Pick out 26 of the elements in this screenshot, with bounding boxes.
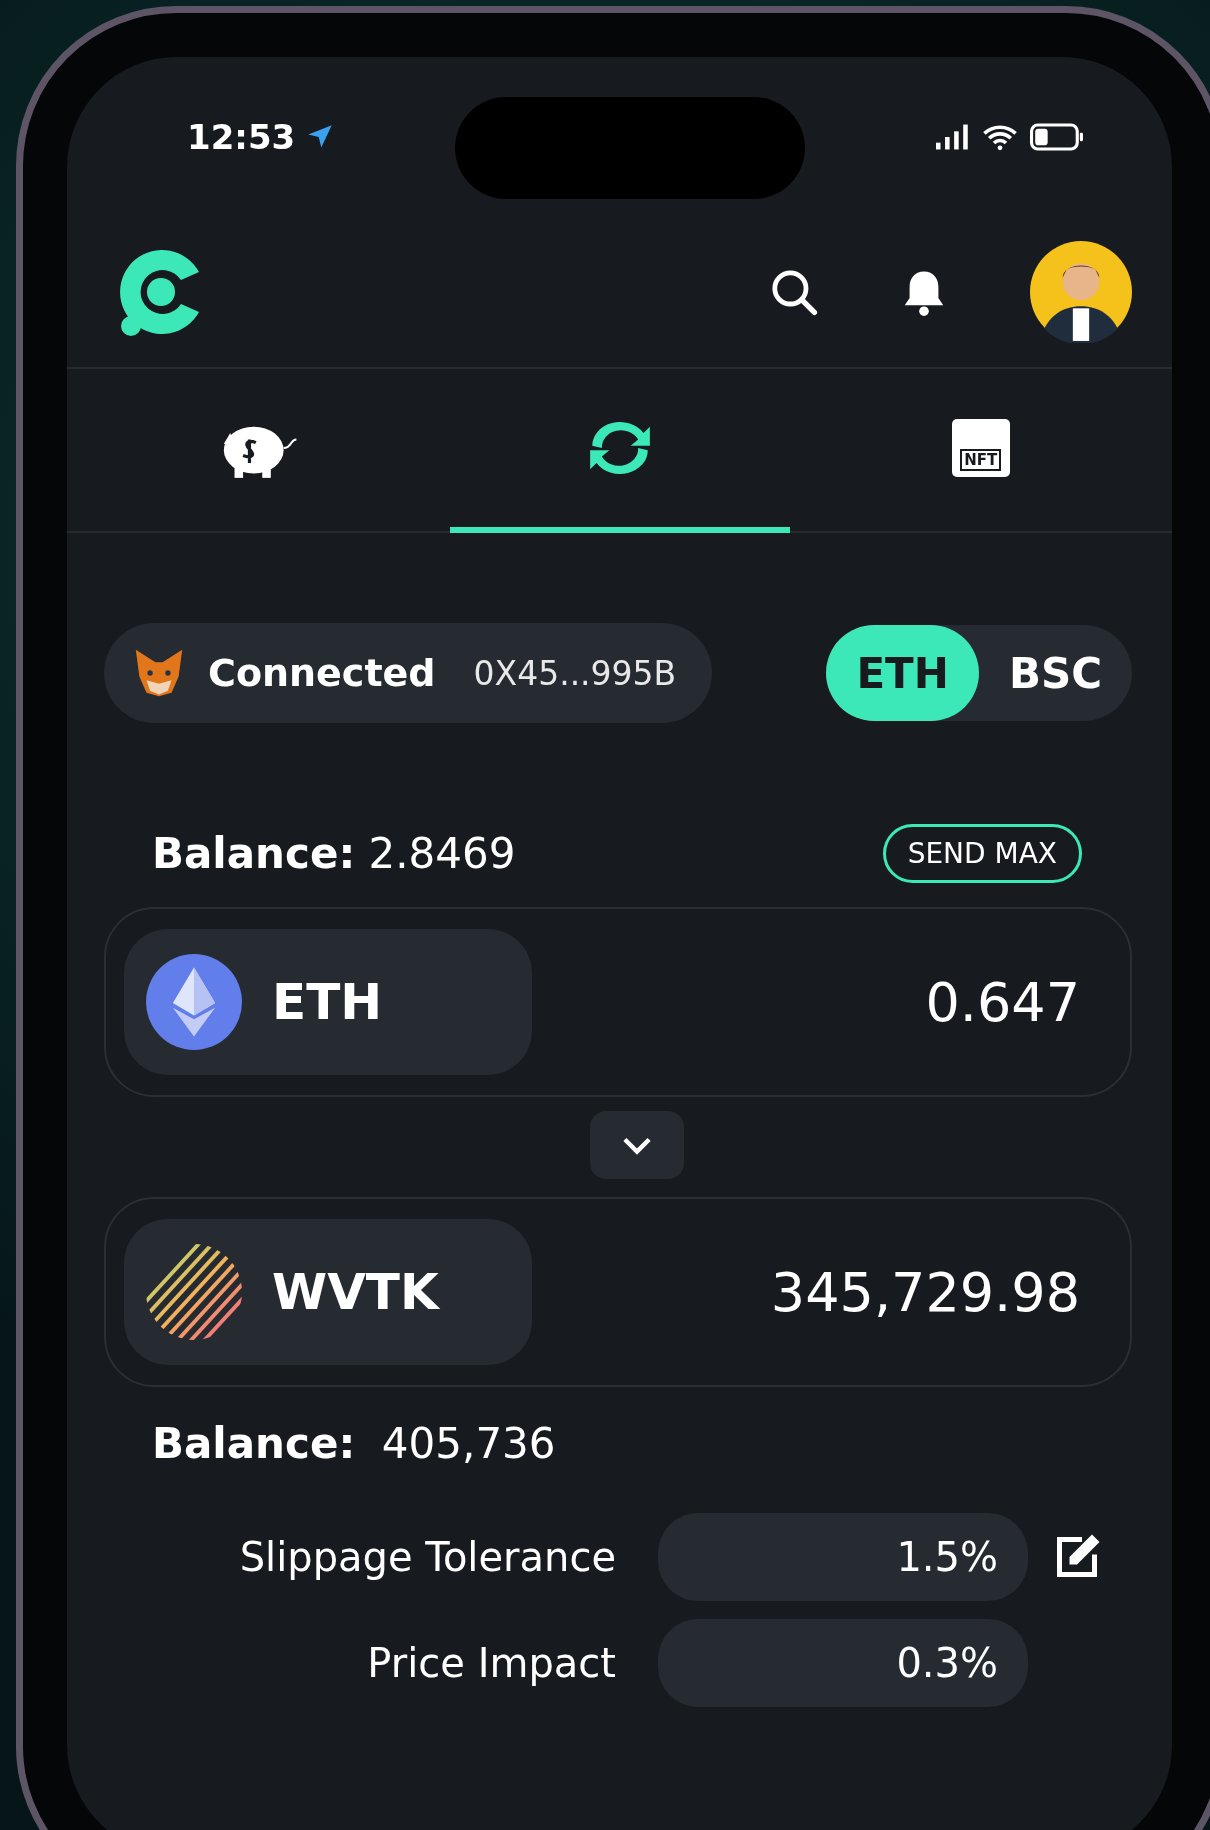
token-selector[interactable]: ETH [124, 929, 532, 1075]
location-arrow-icon [307, 124, 334, 150]
clock-time: 12:53 [187, 117, 296, 157]
amount-value[interactable]: 345,729.98 [770, 1260, 1080, 1324]
nav-tab[interactable]: NFT [789, 369, 1172, 533]
detail-value-field: 0.3% [658, 1619, 1028, 1707]
battery-icon [1030, 123, 1084, 151]
send-max-button[interactable]: SEND MAX [882, 823, 1082, 883]
wallet-status-pill[interactable]: Connected 0X45...995B [104, 623, 713, 723]
detail-value-field: 1.5% [658, 1513, 1028, 1601]
network-option[interactable]: BSC [978, 625, 1132, 721]
avatar[interactable] [1030, 241, 1132, 343]
balance-text: Balance: 2.8469 [152, 828, 516, 878]
network-option[interactable]: ETH [826, 625, 979, 721]
diamond-coin-icon [146, 954, 242, 1050]
search-icon[interactable] [770, 268, 818, 316]
nft-store-icon: NFT [951, 419, 1010, 477]
balance-text: Balance: 405,736 [152, 1418, 556, 1468]
wifi-icon [982, 123, 1018, 151]
signal-icon [936, 124, 970, 150]
detail-label: Price Impact [367, 1640, 616, 1686]
swap-direction-button[interactable] [590, 1111, 684, 1179]
token-selector[interactable]: WVTK [124, 1219, 532, 1365]
amount-value[interactable]: 0.647 [925, 970, 1080, 1034]
striped-coin-icon [146, 1244, 242, 1340]
detail-label: Slippage Tolerance [239, 1534, 616, 1580]
